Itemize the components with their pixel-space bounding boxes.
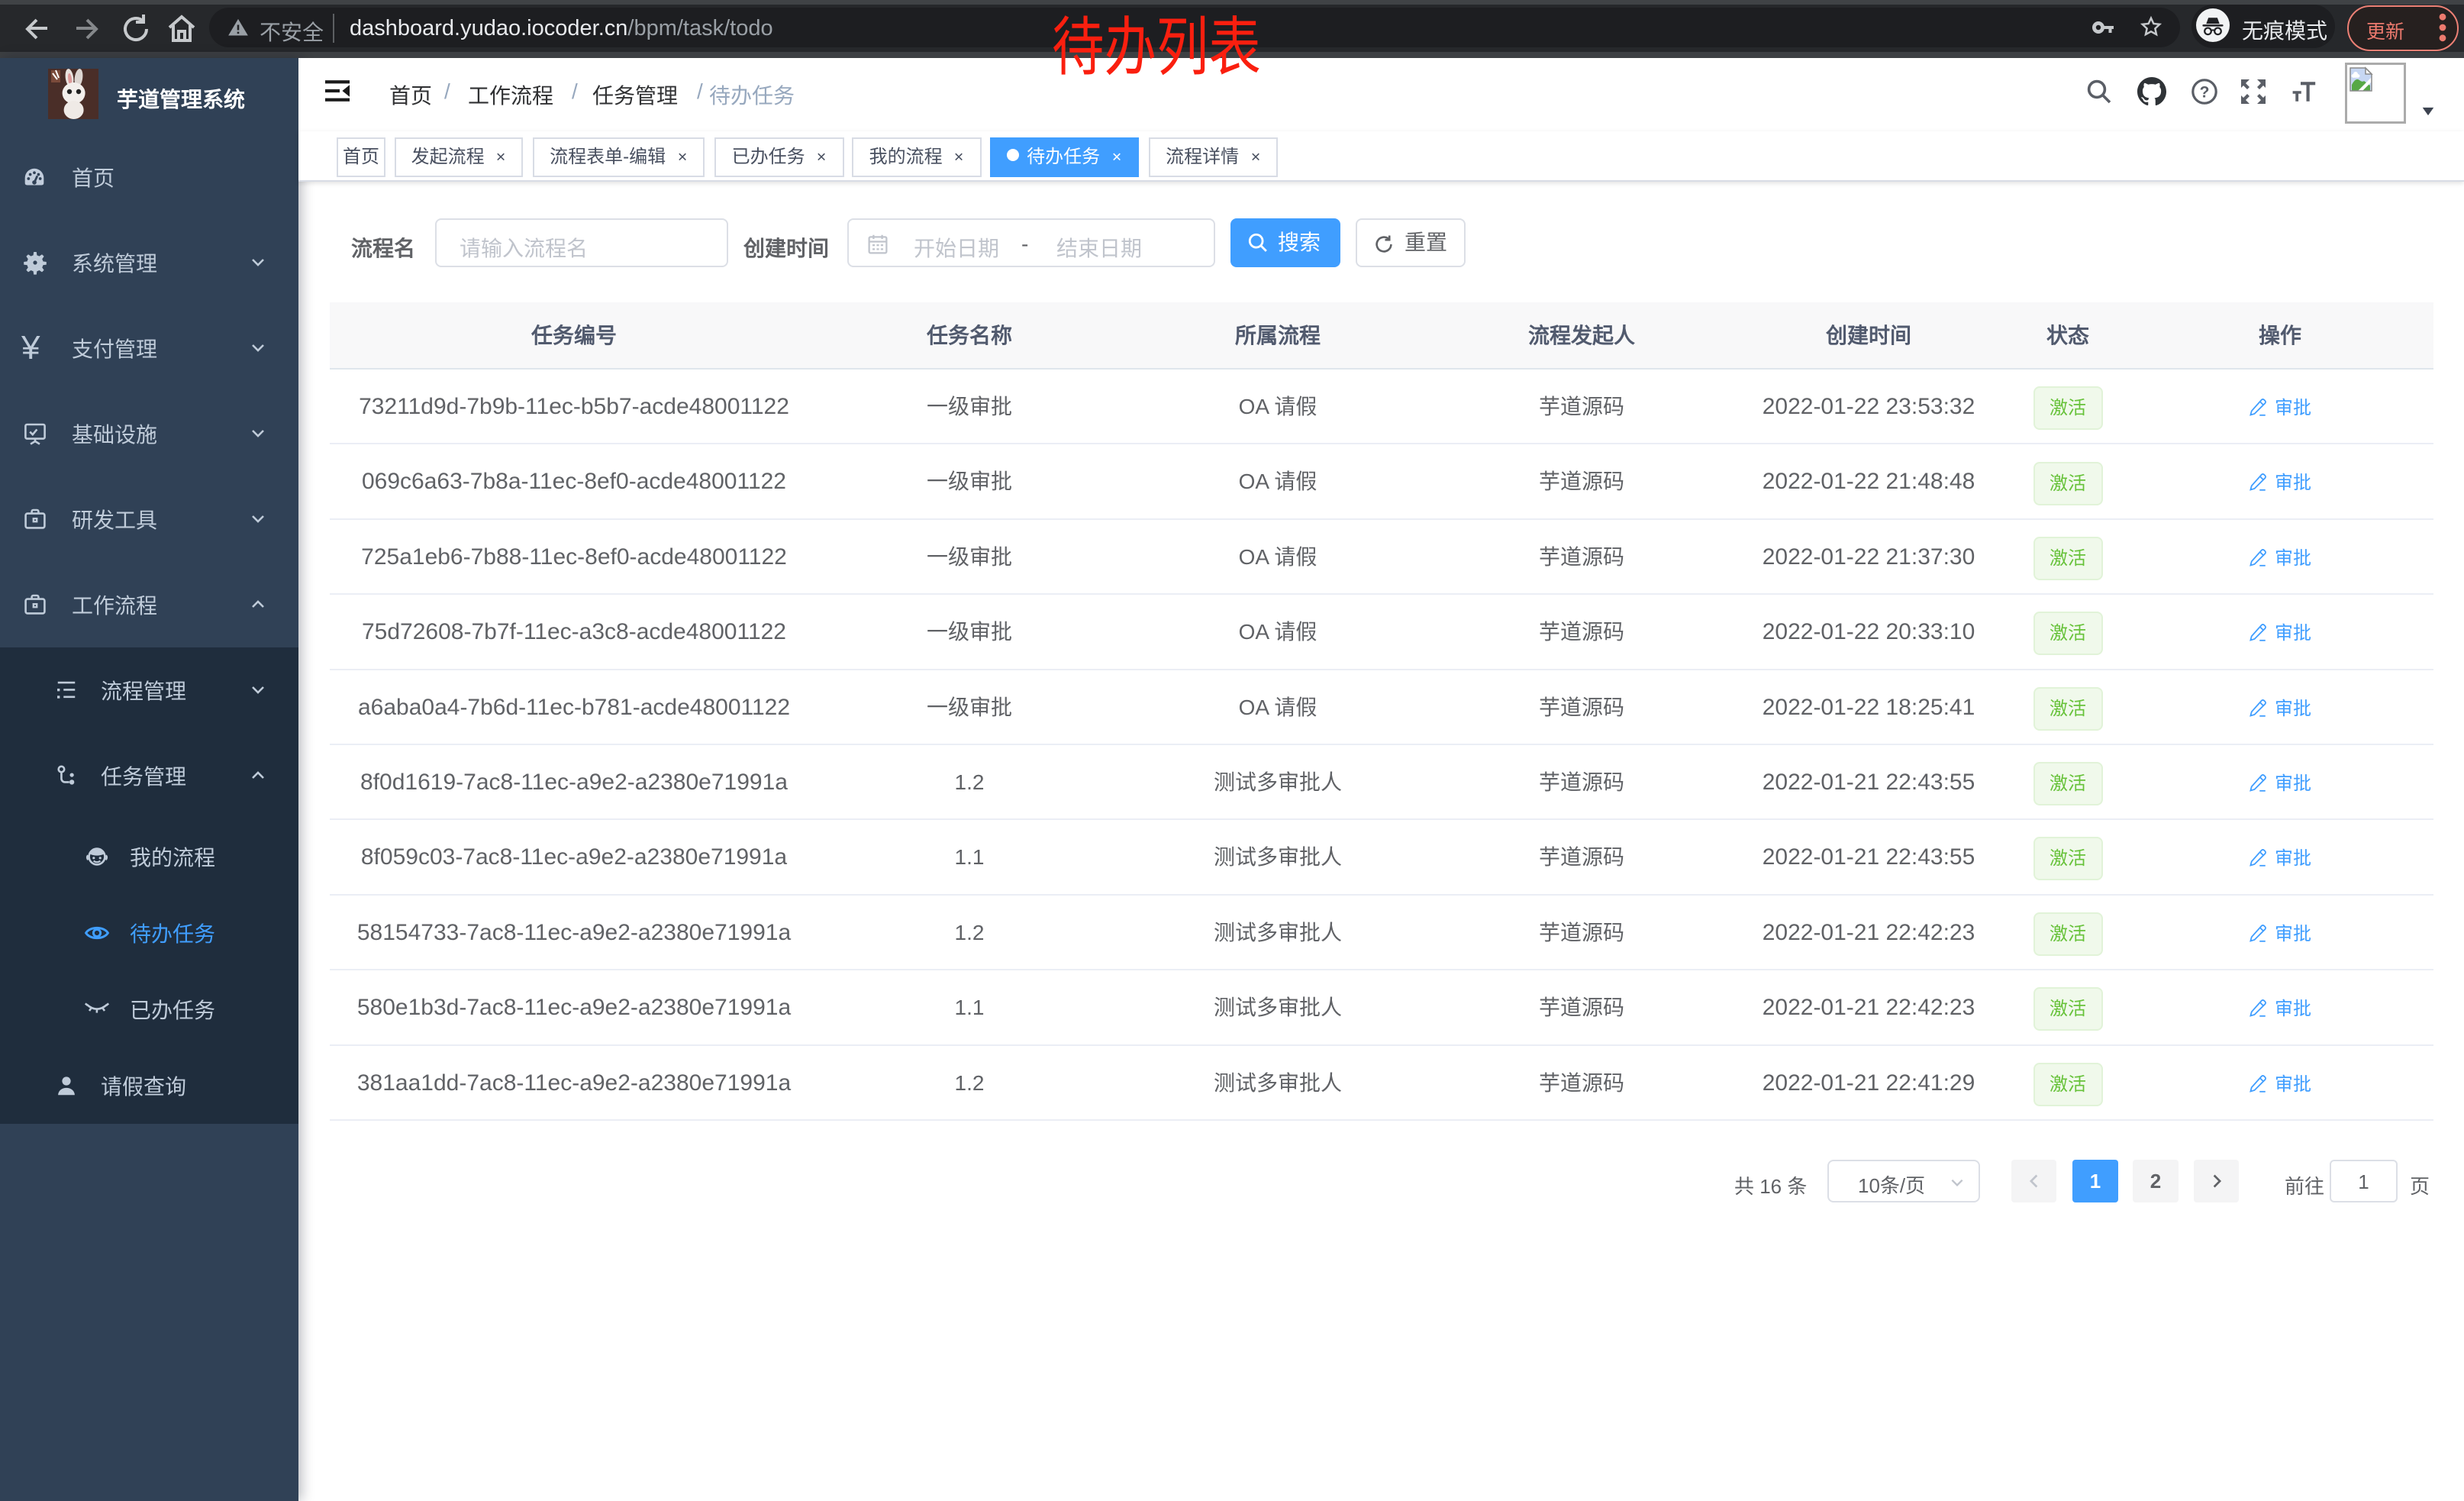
svg-text:?: ? [2200,84,2210,102]
